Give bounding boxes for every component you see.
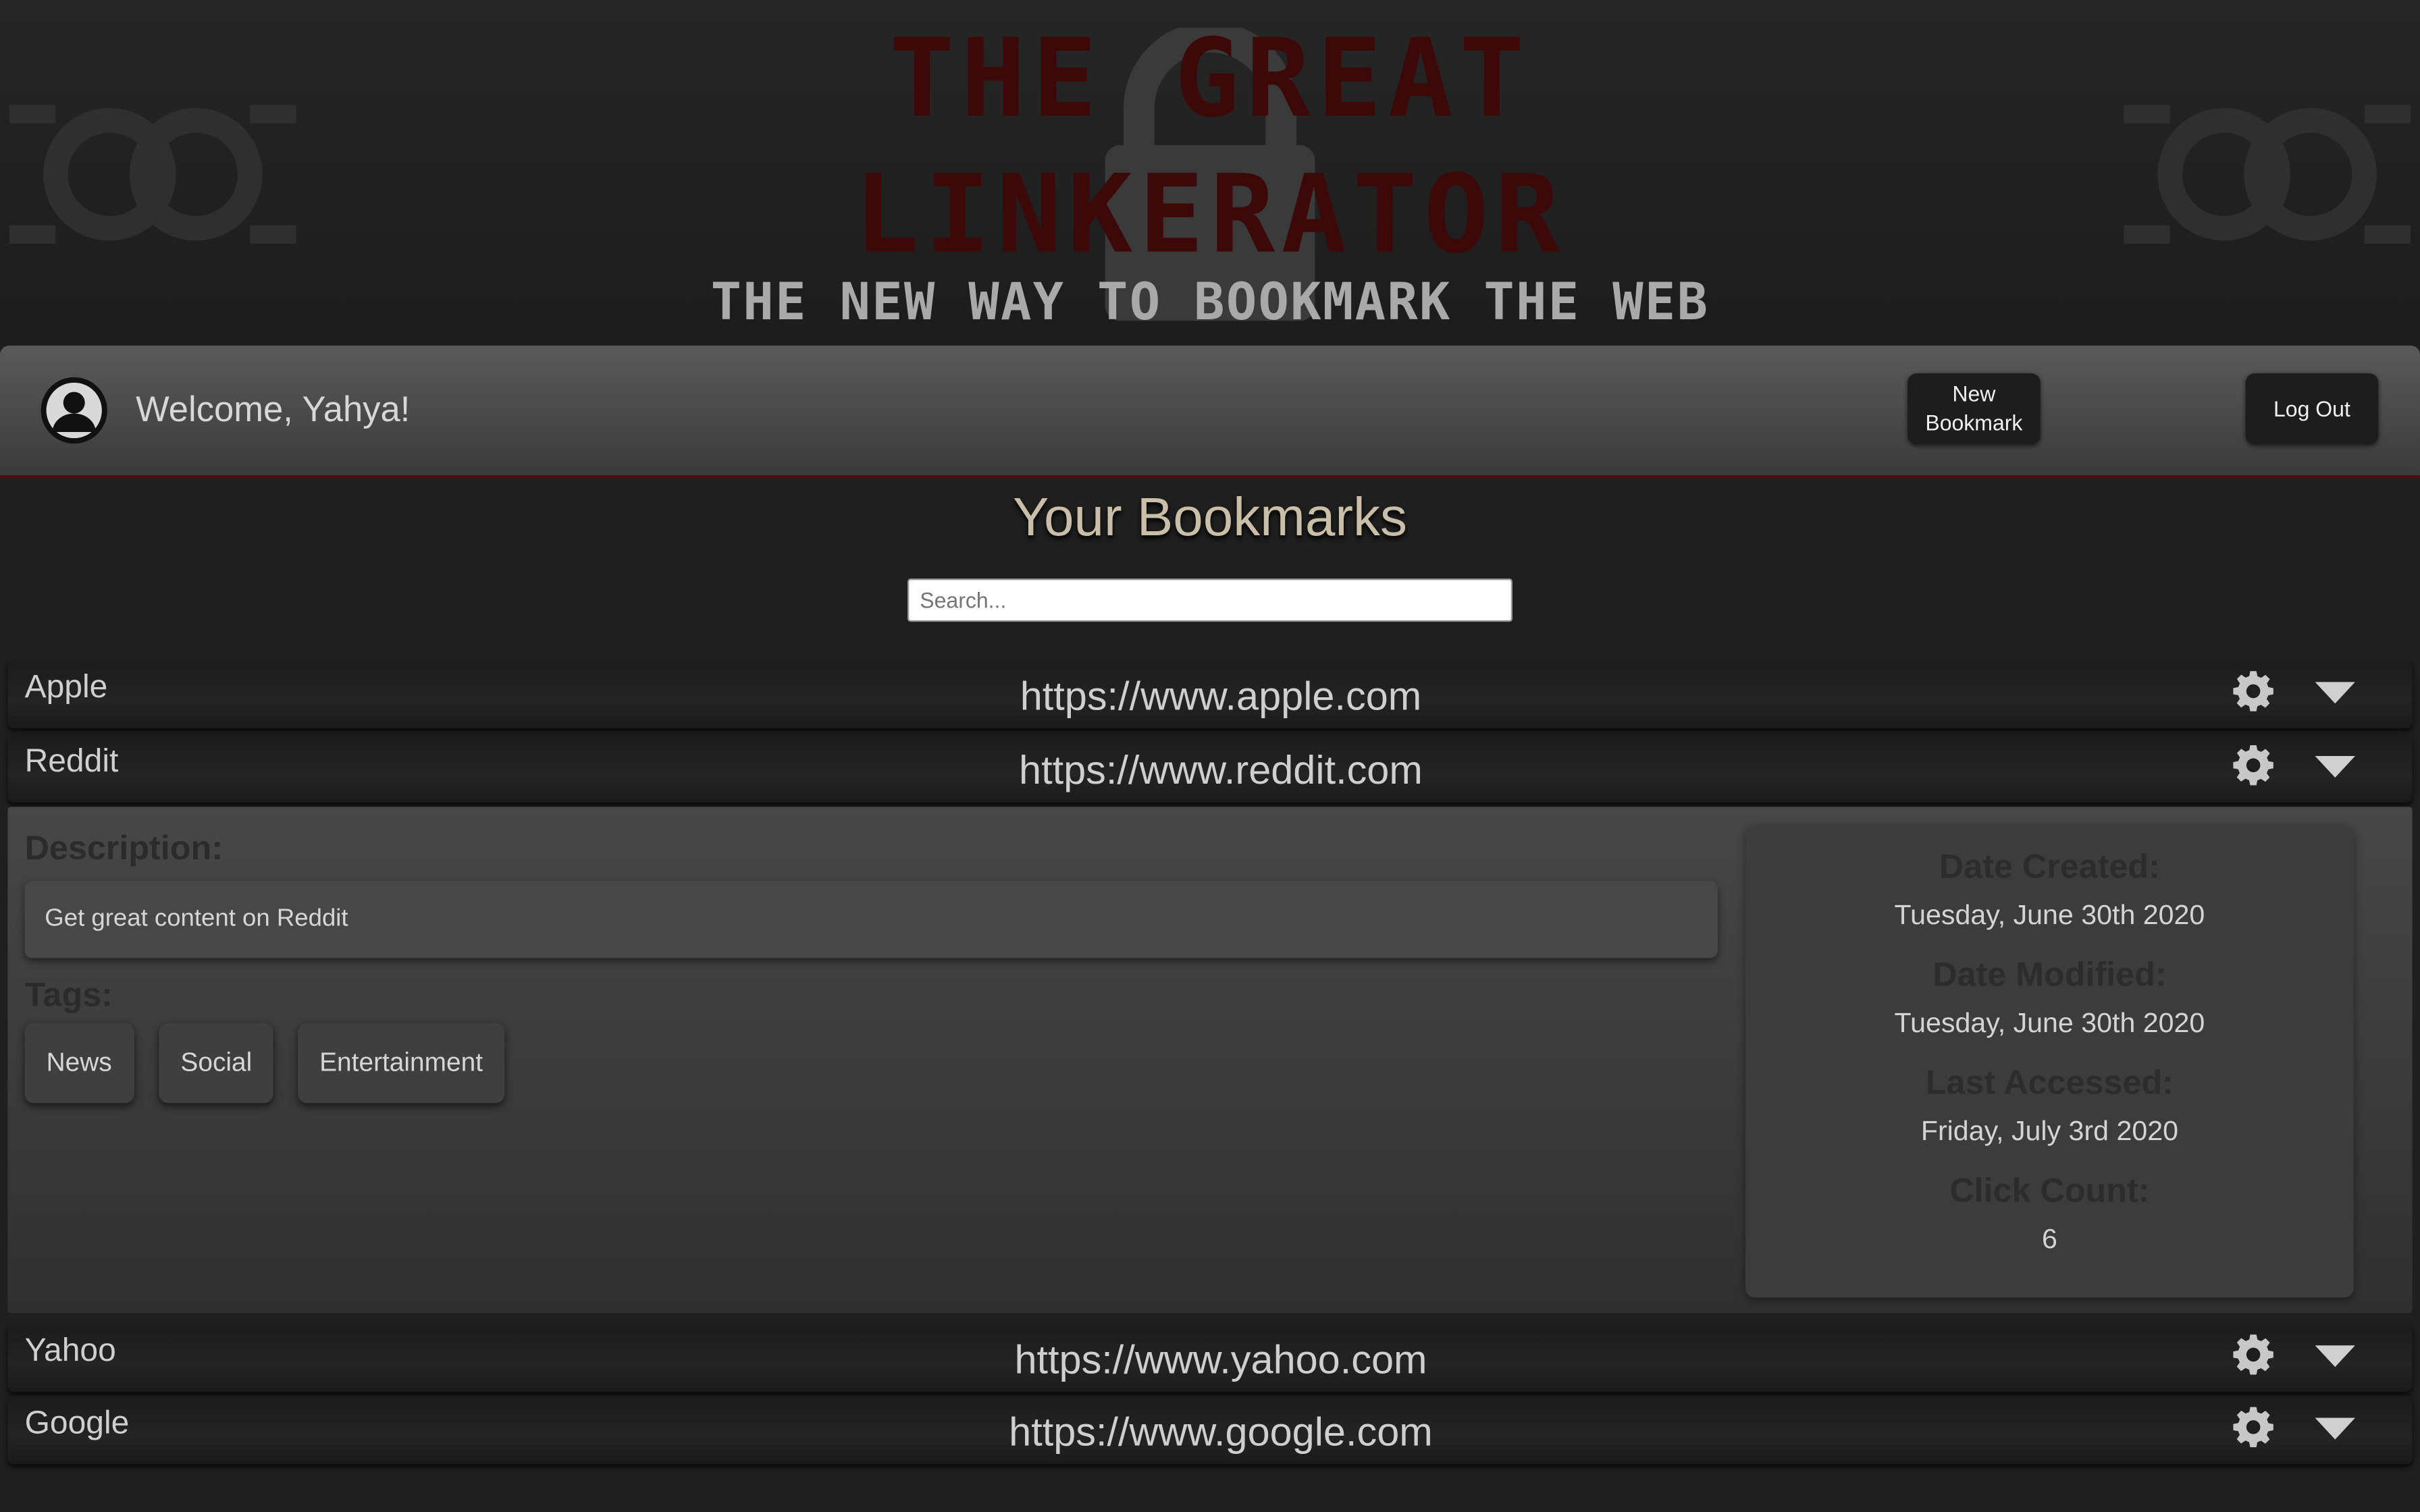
top-navbar: Welcome, Yahya! New Bookmark Log Out xyxy=(0,345,2420,479)
caret-down-icon[interactable] xyxy=(2315,1418,2355,1440)
app-tagline: THE NEW WAY TO BOOKMARK THE WEB xyxy=(710,271,1710,332)
tag-chip[interactable]: News xyxy=(24,1023,134,1104)
date-created-label: Date Created: xyxy=(1939,846,2160,886)
bookmark-row-google[interactable]: Google https://www.google.com xyxy=(7,1396,2413,1465)
bookmark-url[interactable]: https://www.apple.com xyxy=(7,673,2420,721)
bookmark-row-apple[interactable]: Apple https://www.apple.com xyxy=(7,660,2413,728)
app-title-line-2: LINKERATOR xyxy=(853,151,1567,278)
new-bookmark-label-line2: Bookmark xyxy=(1925,410,2023,435)
date-modified-label: Date Modified: xyxy=(1932,954,2167,994)
user-avatar-icon[interactable] xyxy=(40,377,108,445)
bookmark-url[interactable]: https://www.reddit.com xyxy=(7,747,2420,794)
description-box: Get great content on Reddit xyxy=(24,881,1718,959)
app-title-line-1: THE GREAT xyxy=(889,15,1531,142)
last-accessed-value: Friday, July 3rd 2020 xyxy=(1920,1115,2178,1147)
gear-icon[interactable] xyxy=(2232,1405,2275,1449)
app-page: THE GREAT LINKERATOR THE NEW WAY TO BOOK… xyxy=(0,0,2420,1512)
click-count-value: 6 xyxy=(2041,1223,2057,1255)
gear-icon[interactable] xyxy=(2232,670,2275,713)
new-bookmark-label-line1: New xyxy=(1952,381,1996,406)
caret-down-icon[interactable] xyxy=(2315,1345,2355,1368)
bookmark-url[interactable]: https://www.yahoo.com xyxy=(7,1336,2420,1384)
header-banner: THE GREAT LINKERATOR THE NEW WAY TO BOOK… xyxy=(0,0,2420,346)
description-text: Get great content on Reddit xyxy=(45,905,348,932)
caret-down-icon[interactable] xyxy=(2315,755,2355,778)
caret-down-icon[interactable] xyxy=(2315,682,2355,704)
tag-chip[interactable]: Entertainment xyxy=(298,1023,505,1104)
description-label: Description: xyxy=(24,828,223,867)
logout-button[interactable]: Log Out xyxy=(2245,373,2379,445)
tag-chip[interactable]: Social xyxy=(159,1023,274,1104)
bookmark-url[interactable]: https://www.google.com xyxy=(7,1409,2420,1457)
welcome-message: Welcome, Yahya! xyxy=(136,388,411,429)
date-created-value: Tuesday, June 30th 2020 xyxy=(1894,899,2205,931)
last-accessed-label: Last Accessed: xyxy=(1925,1062,2174,1102)
bookmark-row-yahoo[interactable]: Yahoo https://www.yahoo.com xyxy=(7,1324,2413,1392)
click-count-label: Click Count: xyxy=(1949,1170,2150,1210)
date-modified-value: Tuesday, June 30th 2020 xyxy=(1894,1007,2205,1039)
gear-icon[interactable] xyxy=(2232,1333,2275,1376)
bookmark-row-reddit[interactable]: Reddit https://www.reddit.com xyxy=(7,734,2413,803)
bookmark-metadata-card: Date Created: Tuesday, June 30th 2020 Da… xyxy=(1745,825,2354,1298)
bookmark-details-panel: Description: Get great content on Reddit… xyxy=(7,807,2413,1314)
search-input[interactable] xyxy=(907,578,1512,622)
new-bookmark-button[interactable]: New Bookmark xyxy=(1908,373,2041,445)
gear-icon[interactable] xyxy=(2232,744,2275,787)
page-title: Your Bookmarks xyxy=(1012,487,1407,548)
tags-label: Tags: xyxy=(24,975,113,1014)
